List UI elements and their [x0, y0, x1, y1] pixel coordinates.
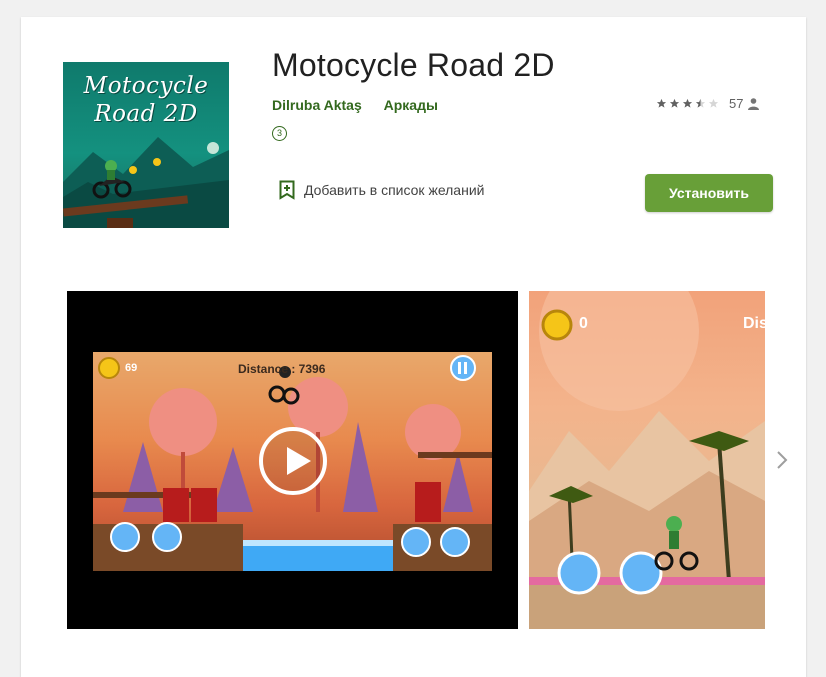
app-details-card: Motocycle Road 2D Motocycle Road 2D Dilr… — [21, 17, 806, 677]
genre-link[interactable]: Аркады — [384, 97, 438, 113]
screenshot-2-art — [529, 291, 765, 629]
add-to-wishlist-button[interactable]: Добавить в список желаний — [279, 180, 484, 200]
coin-counter: 69 — [125, 362, 138, 374]
rating-summary: 57 — [656, 96, 760, 111]
app-title: Motocycle Road 2D — [272, 47, 555, 83]
next-screenshot-button[interactable] — [775, 449, 789, 471]
play-icon[interactable] — [259, 427, 327, 495]
star-half-icon — [695, 98, 706, 108]
star-empty-icon — [708, 98, 719, 108]
developer-link[interactable]: Dilruba Aktaş — [272, 97, 362, 113]
rating-stars — [656, 98, 721, 109]
app-icon: Motocycle Road 2D — [63, 62, 229, 228]
app-meta: Dilruba Aktaş Аркады — [272, 97, 438, 113]
screenshot-video[interactable]: 69 Distance : 7396 — [67, 291, 518, 629]
screenshot-2[interactable]: 0 Dis — [529, 291, 765, 629]
star-full-icon — [656, 98, 667, 108]
app-icon-art — [63, 137, 229, 228]
content-rating-badge: 3 — [272, 126, 287, 141]
rating-count: 57 — [729, 96, 744, 111]
star-full-icon — [682, 98, 693, 108]
distance-readout: Dis — [743, 315, 765, 332]
person-icon — [748, 97, 760, 110]
wishlist-label: Добавить в список желаний — [304, 182, 485, 198]
install-button[interactable]: Установить — [645, 174, 773, 212]
coin-counter: 0 — [579, 315, 588, 332]
distance-readout: Distance : 7396 — [238, 362, 326, 376]
star-full-icon — [669, 98, 680, 108]
chevron-right-icon — [777, 451, 788, 469]
bookmark-plus-icon — [279, 180, 295, 200]
